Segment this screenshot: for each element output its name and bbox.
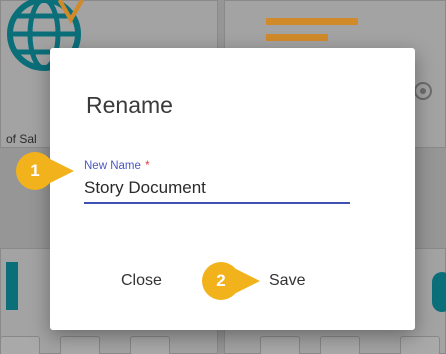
background-tile xyxy=(0,336,40,354)
background-tile xyxy=(400,336,440,354)
dialog-title: Rename xyxy=(86,92,173,118)
step-callout-1: 1 xyxy=(16,152,74,190)
new-name-label-text: New Name xyxy=(84,160,141,172)
new-name-field: New Name * xyxy=(84,160,350,204)
background-tile xyxy=(60,336,100,354)
required-marker: * xyxy=(145,160,150,172)
new-name-input[interactable] xyxy=(84,178,350,204)
background-chart-title: of Sal xyxy=(6,132,37,146)
step-callout-2: 2 xyxy=(202,262,260,300)
new-name-label: New Name * xyxy=(84,160,350,172)
eye-icon xyxy=(414,82,432,100)
callout-number: 1 xyxy=(30,161,40,180)
background-tile xyxy=(320,336,360,354)
save-button[interactable]: Save xyxy=(269,272,305,290)
close-button[interactable]: Close xyxy=(121,272,162,290)
background-bar xyxy=(6,262,18,310)
background-bar xyxy=(432,272,446,312)
background-tile xyxy=(260,336,300,354)
callout-number: 2 xyxy=(216,271,226,290)
background-tile xyxy=(130,336,170,354)
